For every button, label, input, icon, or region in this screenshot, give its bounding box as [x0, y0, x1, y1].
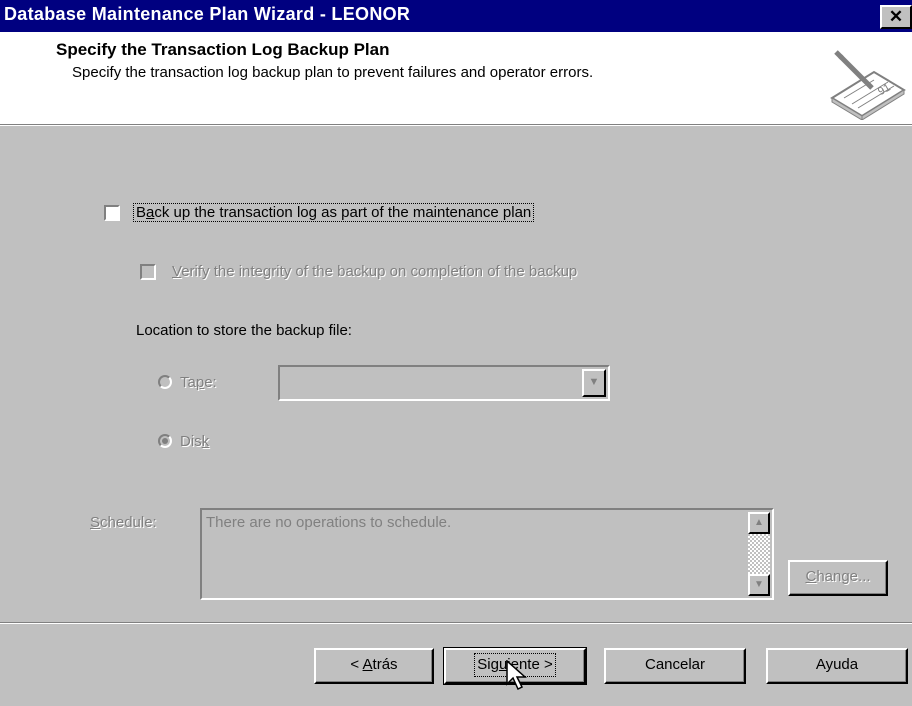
backup-log-label-pre: B — [136, 204, 147, 221]
verify-checkbox[interactable] — [140, 264, 156, 280]
back-button[interactable]: < Atrás — [314, 648, 434, 684]
change-button-accel: C — [805, 568, 817, 585]
change-button[interactable]: Change... — [788, 560, 888, 596]
arrow-up-icon: ▲ — [754, 517, 764, 528]
schedule-textbox[interactable]: There are no operations to schedule. ▲ ▼ — [200, 508, 774, 600]
back-button-pre: < — [350, 656, 363, 673]
mouse-pointer-icon — [506, 660, 527, 691]
page-title: Specify the Transaction Log Backup Plan — [56, 40, 390, 59]
tape-label-pre: Ta — [180, 374, 196, 391]
schedule-label: Schedule: — [90, 514, 157, 531]
disk-label-pre: Dis — [180, 433, 202, 450]
tape-dropdown[interactable]: ▼ — [278, 365, 610, 401]
schedule-label-accel: S — [90, 514, 101, 531]
schedule-scrollbar[interactable]: ▲ ▼ — [748, 512, 770, 596]
arrow-down-icon: ▼ — [754, 579, 764, 590]
tape-radio[interactable] — [158, 375, 172, 389]
change-button-label: hange... — [816, 568, 871, 585]
backup-log-label-post: ck up the transaction log as part of the… — [154, 204, 532, 221]
verify-label: Verify the integrity of the backup on co… — [172, 263, 577, 280]
radio-selected-dot — [162, 438, 168, 444]
header-divider — [0, 124, 912, 126]
help-button[interactable]: Ayuda — [766, 648, 908, 684]
close-icon: ✕ — [888, 7, 904, 26]
tape-label-post: e: — [204, 374, 217, 391]
tape-dropdown-button[interactable]: ▼ — [582, 369, 606, 397]
close-button[interactable]: ✕ — [880, 5, 912, 29]
page-subtitle: Specify the transaction log backup plan … — [72, 64, 594, 81]
location-label: Location to store the backup file: — [136, 322, 352, 339]
tape-label: Tape: — [180, 374, 217, 391]
tape-label-accel: p — [195, 374, 205, 391]
disk-label: Disk — [180, 433, 209, 450]
schedule-text: There are no operations to schedule. — [206, 514, 452, 531]
disk-label-accel: k — [201, 433, 210, 450]
title-bar: Database Maintenance Plan Wizard - LEONO… — [0, 0, 912, 32]
cancel-button[interactable]: Cancelar — [604, 648, 746, 684]
next-button-pre: Sig — [477, 656, 499, 673]
cancel-button-label: Cancelar — [644, 656, 706, 673]
window-title: Database Maintenance Plan Wizard - LEONO… — [4, 4, 411, 24]
schedule-label-post: chedule: — [100, 514, 157, 531]
help-button-label: Ayuda — [815, 656, 859, 673]
verify-label-post: erify the integrity of the backup on com… — [181, 263, 578, 280]
back-button-accel: A — [362, 656, 373, 673]
scroll-down-button[interactable]: ▼ — [748, 574, 770, 596]
verify-label-accel: V — [172, 263, 182, 280]
footer-divider — [0, 622, 912, 624]
wizard-notepad-icon: 91 — [830, 50, 906, 120]
scroll-up-button[interactable]: ▲ — [748, 512, 770, 534]
back-button-label: trás — [372, 656, 398, 673]
backup-log-checkbox[interactable] — [104, 205, 120, 221]
disk-radio[interactable] — [158, 434, 172, 448]
chevron-down-icon: ▼ — [588, 376, 600, 388]
backup-log-label[interactable]: Back up the transaction log as part of t… — [133, 203, 535, 222]
